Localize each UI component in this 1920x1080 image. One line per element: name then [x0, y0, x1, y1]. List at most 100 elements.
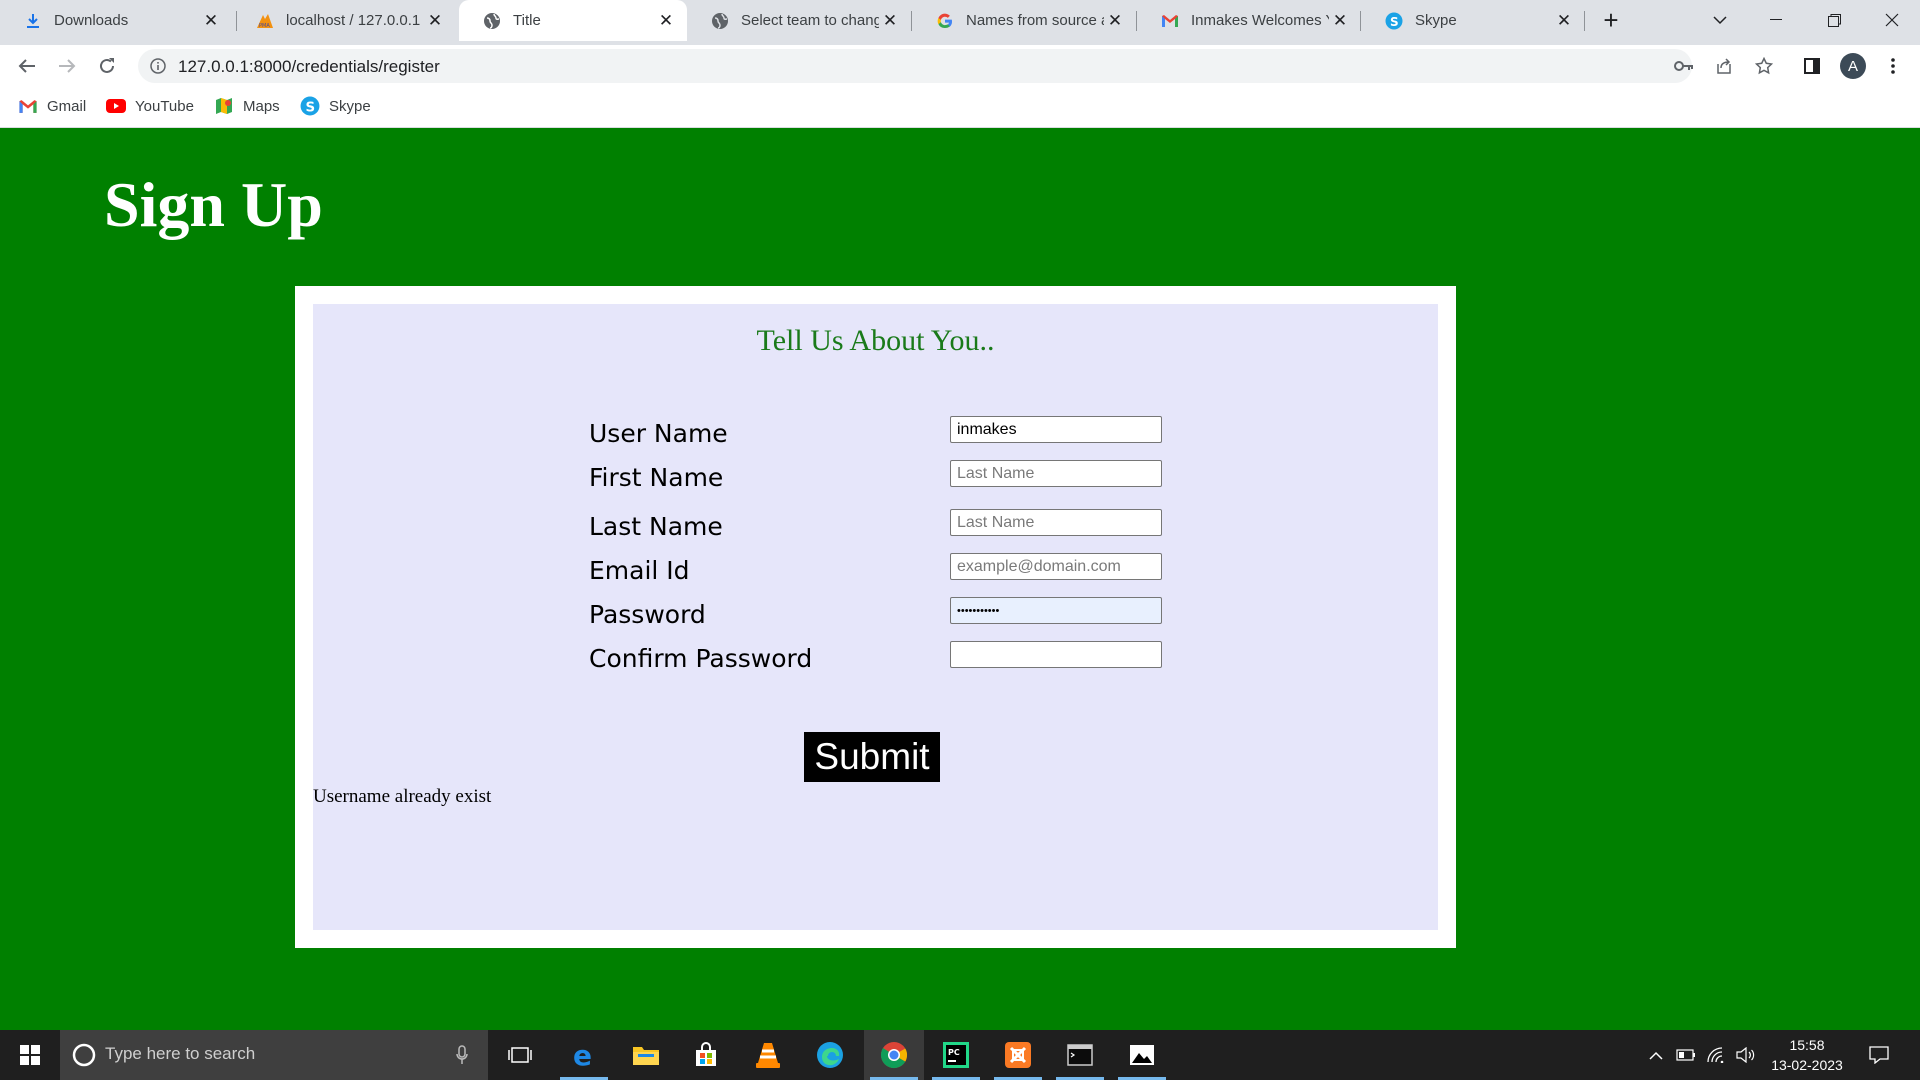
last-name-label: Last Name [589, 512, 723, 541]
skype-icon: S [300, 96, 320, 116]
minimize-button[interactable] [1748, 0, 1804, 40]
star-icon[interactable] [1752, 54, 1776, 78]
close-icon[interactable]: ✕ [1553, 10, 1575, 32]
taskbar-search-box[interactable]: Type here to search [60, 1030, 488, 1080]
page-viewport: Sign Up Tell Us About You.. User Name Fi… [0, 128, 1920, 1030]
url-text[interactable]: 127.0.0.1:8000/credentials/register [178, 57, 440, 77]
tab-inmakes-gmail[interactable]: Inmakes Welcomes Yo ✕ [1137, 0, 1361, 41]
close-icon[interactable]: ✕ [424, 10, 446, 32]
close-window-button[interactable] [1864, 0, 1920, 40]
close-icon[interactable]: ✕ [1329, 10, 1351, 32]
first-name-input[interactable] [950, 460, 1162, 487]
bookmark-skype[interactable]: S Skype [300, 96, 371, 116]
maps-icon [214, 96, 234, 116]
taskbar-edge[interactable] [800, 1030, 860, 1080]
reload-button[interactable] [90, 49, 124, 83]
username-label: User Name [589, 419, 728, 448]
edge-icon [817, 1042, 843, 1068]
side-panel-button[interactable] [1795, 49, 1829, 83]
avatar: A [1840, 53, 1866, 79]
menu-button[interactable] [1876, 49, 1910, 83]
back-button[interactable] [10, 49, 44, 83]
close-icon[interactable]: ✕ [200, 10, 222, 32]
svg-text:S: S [1390, 15, 1399, 29]
google-icon [936, 12, 954, 30]
clock-date: 13-02-2023 [1771, 1057, 1843, 1073]
skype-icon: S [1385, 12, 1403, 30]
tab-downloads[interactable]: Downloads ✕ [0, 0, 232, 41]
tab-search-button[interactable] [1692, 0, 1748, 40]
volume-icon[interactable] [1735, 1044, 1757, 1066]
cortana-icon [72, 1043, 96, 1067]
tab-title-active[interactable]: Title ✕ [459, 0, 687, 41]
youtube-icon [106, 96, 126, 116]
terminal-icon [1067, 1044, 1093, 1066]
signup-form: Tell Us About You.. User Name First Name… [313, 304, 1438, 930]
new-tab-button[interactable]: + [1583, 0, 1639, 40]
taskbar-terminal[interactable] [1050, 1030, 1110, 1080]
tab-phpmyadmin[interactable]: PMA localhost / 127.0.0.1 / ✕ [232, 0, 456, 41]
confirm-password-label: Confirm Password [589, 644, 813, 673]
share-icon[interactable] [1712, 54, 1736, 78]
taskbar-file-explorer[interactable] [616, 1030, 676, 1080]
page-title: Sign Up [104, 169, 323, 240]
taskbar-vlc[interactable] [738, 1030, 798, 1080]
chrome-icon [880, 1042, 908, 1069]
tab-title: Skype [1415, 12, 1457, 29]
bookmark-maps[interactable]: Maps [214, 96, 280, 116]
store-icon [696, 1042, 716, 1066]
address-bar[interactable]: 127.0.0.1:8000/credentials/register [138, 49, 1773, 83]
signup-form-frame: Tell Us About You.. User Name First Name… [295, 286, 1456, 948]
chevron-up-icon[interactable] [1645, 1044, 1667, 1066]
tab-names-from-source[interactable]: Names from source an ✕ [912, 0, 1136, 41]
info-icon[interactable] [146, 54, 170, 78]
battery-icon[interactable] [1675, 1044, 1697, 1066]
tab-select-team[interactable]: Select team to change ✕ [687, 0, 911, 41]
confirm-password-input[interactable] [950, 641, 1162, 668]
pycharm-icon: PC [943, 1042, 969, 1068]
svg-text:PMA: PMA [259, 23, 270, 29]
more-vert-icon [1891, 58, 1895, 74]
bookmark-gmail[interactable]: Gmail [18, 96, 86, 116]
close-icon[interactable]: ✕ [879, 10, 901, 32]
taskbar-photos[interactable] [1112, 1030, 1172, 1080]
tab-title: Names from source an [966, 12, 1104, 29]
bookmark-label: Maps [243, 97, 280, 115]
bookmark-youtube[interactable]: YouTube [106, 96, 194, 116]
microphone-icon[interactable] [456, 1045, 468, 1065]
taskbar-chrome[interactable] [864, 1030, 924, 1080]
photos-icon [1130, 1045, 1154, 1065]
password-input[interactable] [950, 597, 1162, 624]
tab-strip: Downloads ✕ PMA localhost / 127.0.0.1 / … [0, 0, 1920, 45]
bookmark-label: Gmail [47, 97, 87, 115]
chevron-down-icon [1713, 16, 1727, 25]
system-clock[interactable]: 15:58 13-02-2023 [1762, 1035, 1852, 1075]
browser-toolbar: 127.0.0.1:8000/credentials/register A [0, 45, 1920, 86]
side-panel-icon [1804, 58, 1820, 74]
close-icon[interactable]: ✕ [1104, 10, 1126, 32]
profile-button[interactable]: A [1836, 49, 1870, 83]
restore-button[interactable] [1806, 0, 1862, 40]
start-button[interactable] [0, 1030, 60, 1080]
email-label: Email Id [589, 556, 690, 585]
download-icon [24, 12, 42, 30]
notification-icon[interactable] [1868, 1044, 1890, 1066]
edge-legacy-icon: e [573, 1042, 592, 1068]
email-input[interactable] [950, 553, 1162, 580]
forward-button[interactable] [50, 49, 84, 83]
last-name-input[interactable] [950, 509, 1162, 536]
taskbar-pycharm[interactable]: PC [926, 1030, 986, 1080]
taskbar-store[interactable] [676, 1030, 736, 1080]
key-icon[interactable] [1672, 54, 1696, 78]
username-input[interactable] [950, 416, 1162, 443]
taskbar-xampp[interactable] [988, 1030, 1048, 1080]
close-icon[interactable]: ✕ [655, 10, 677, 32]
taskbar-edge-legacy[interactable]: e [554, 1030, 614, 1080]
svg-text:PC: PC [948, 1048, 960, 1057]
tab-skype[interactable]: S Skype ✕ [1361, 0, 1585, 41]
folder-icon [633, 1047, 659, 1065]
task-view-button[interactable] [490, 1030, 550, 1080]
submit-button[interactable]: Submit [804, 732, 940, 782]
globe-icon [483, 12, 501, 30]
wifi-icon[interactable] [1705, 1044, 1727, 1066]
